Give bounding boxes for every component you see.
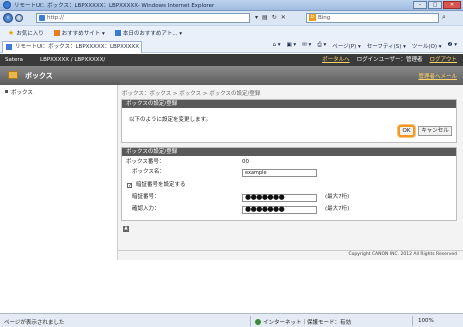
minimize-button[interactable]: –: [413, 1, 427, 9]
pin-row: 暗証番号： ●●●●●●● (最大7桁): [122, 193, 456, 202]
page-bar: ボックス 管理者へメール: [0, 66, 463, 85]
page-top-icon[interactable]: ▲: [123, 226, 129, 232]
url-input[interactable]: http://: [36, 13, 250, 23]
command-bar: リモートUI：ボックス：LBPXXXXX：LBPXXXXX ⌂ ▾ ▣ ▾ ✉ …: [0, 39, 463, 53]
app-header: Satera LBPXXXXX / LBPXXXXX/ ポータルへ ログインユー…: [0, 54, 463, 66]
refresh-icon[interactable]: ↻: [272, 14, 277, 21]
maximize-button[interactable]: □: [428, 1, 442, 9]
box-number-label: ボックス番号：: [126, 159, 165, 165]
sidebar: ボックス: [0, 85, 118, 250]
ie-logo-icon: [3, 1, 11, 9]
page-title: ボックス: [25, 72, 53, 80]
address-bar: ‹ › http:// ▾ ▤ ↻ ✕ Bing ⌕: [0, 11, 463, 25]
confirm-panel-heading: ボックスの設定/登録: [122, 100, 456, 108]
help-menu[interactable]: ❷ ▾: [448, 42, 457, 50]
settings-panel: ボックスの設定/登録 ボックス番号： 00 ボックス名： example ✓ 暗…: [121, 147, 457, 221]
portal-link[interactable]: ポータルへ: [322, 54, 350, 66]
security-zone-text: インターネット｜保護モード：有効: [255, 318, 351, 326]
pin-confirm-hint: (最大7桁): [325, 206, 350, 212]
box-number-value: 00: [242, 159, 249, 165]
zoom-level[interactable]: 100%: [418, 318, 434, 324]
pin-hint: (最大7桁): [325, 194, 350, 200]
main-content: ボックス：ボックス > ボックス > ボックスの設定/登録 ボックスの設定/登録…: [118, 85, 463, 250]
empty-area: [0, 260, 463, 313]
search-icon[interactable]: ⌕: [442, 13, 446, 22]
ok-button[interactable]: OK: [398, 125, 415, 137]
device-name: LBPXXXXX / LBPXXXXX/: [40, 57, 106, 63]
forward-button[interactable]: ›: [15, 14, 23, 22]
tools-menu[interactable]: ツール(O) ▾: [412, 42, 442, 50]
cancel-button[interactable]: キャンセル: [418, 126, 452, 136]
favorites-bar: ★ お気に入り おすすめサイト ▾ 本日のおすすめアト... ▾: [0, 25, 463, 39]
window-title: リモートUI：ボックス：LBPXXXXX：LBPXXXXX- Windows I…: [14, 3, 215, 9]
pin-confirm-row: 確認入力： ●●●●●●● (最大7桁): [122, 205, 456, 214]
compatibility-icon[interactable]: ▤: [262, 14, 268, 21]
pin-confirm-field[interactable]: ●●●●●●●: [242, 206, 317, 214]
box-name-row: ボックス名： example: [122, 168, 456, 177]
status-bar: ページが表示されました インターネット｜保護モード：有効 100%: [0, 313, 463, 327]
command-buttons: ⌂ ▾ ▣ ▾ ✉ ▾ ⎙ ▾ ページ(P) ▾ セーフティ(S) ▾ ツール(…: [272, 42, 457, 50]
sidebar-extension: [0, 250, 118, 260]
safety-menu[interactable]: セーフティ(S) ▾: [367, 42, 406, 50]
back-button[interactable]: ‹: [3, 13, 13, 23]
mail-to-manager-link[interactable]: 管理者へメール: [418, 72, 457, 80]
footer: Copyright CANON INC. 2012 All Rights Res…: [118, 250, 463, 260]
feeds-icon[interactable]: ▣ ▾: [286, 42, 296, 50]
search-input[interactable]: Bing: [306, 13, 439, 23]
print-icon[interactable]: ⎙ ▾: [317, 42, 326, 50]
status-text: ページが表示されました: [4, 320, 65, 326]
stop-icon[interactable]: ✕: [281, 14, 286, 21]
confirm-panel: ボックスの設定/登録 以下のように設定を変更します。 OK キャンセル: [121, 99, 457, 143]
pin-field[interactable]: ●●●●●●●: [242, 194, 317, 202]
box-name-label: ボックス名：: [132, 169, 165, 175]
box-name-field[interactable]: example: [242, 169, 317, 177]
suggested-sites-link[interactable]: おすすめサイト ▾: [53, 29, 105, 37]
settings-panel-heading: ボックスの設定/登録: [122, 148, 456, 156]
window-controls: – □ ✕: [413, 1, 461, 9]
logout-link[interactable]: ログアウト: [429, 54, 457, 66]
pin-label: 暗証番号：: [132, 194, 160, 200]
home-icon[interactable]: ⌂ ▾: [272, 42, 280, 50]
pin-confirm-label: 確認入力：: [132, 206, 160, 212]
dropdown-icon[interactable]: ▾: [255, 14, 258, 21]
status-divider: [412, 316, 413, 326]
confirm-message: 以下のように設定を変更します。: [129, 117, 211, 123]
suggested-sites-icon: [53, 29, 60, 36]
star-icon: ★: [8, 28, 15, 37]
recommended-today-link[interactable]: 本日のおすすめアト... ▾: [114, 29, 182, 37]
mail-icon[interactable]: ✉ ▾: [302, 42, 311, 50]
breadcrumb: ボックス：ボックス > ボックス > ボックスの設定/登録: [122, 91, 261, 97]
pin-checkbox-row: ✓ 暗証番号を設定する: [122, 181, 456, 190]
page-menu[interactable]: ページ(P) ▾: [332, 42, 361, 50]
sidebar-item-box[interactable]: ボックス: [5, 88, 33, 96]
window-titlebar: リモートUI：ボックス：LBPXXXXX：LBPXXXXX- Windows I…: [0, 0, 463, 11]
status-divider: [250, 316, 251, 326]
close-button[interactable]: ✕: [443, 1, 461, 9]
address-tools: ▾ ▤ ↻ ✕: [255, 14, 286, 21]
pin-checkbox-label: 暗証番号を設定する: [136, 182, 186, 188]
web-slice-icon: [114, 29, 121, 36]
browser-tab[interactable]: リモートUI：ボックス：LBPXXXXX：LBPXXXXX: [2, 41, 142, 53]
login-user-text: ログインユーザー：管理者: [356, 57, 423, 63]
header-links: ポータルへ ログインユーザー：管理者 ログアウト: [322, 54, 457, 66]
favorites-button[interactable]: ★ お気に入り: [8, 29, 44, 37]
box-folder-icon: [8, 71, 18, 79]
pin-checkbox[interactable]: ✓: [127, 183, 132, 189]
box-number-row: ボックス番号： 00: [122, 158, 456, 167]
brand-name: Satera: [5, 57, 24, 63]
copyright-text: Copyright CANON INC. 2012 All Rights Res…: [348, 252, 457, 257]
